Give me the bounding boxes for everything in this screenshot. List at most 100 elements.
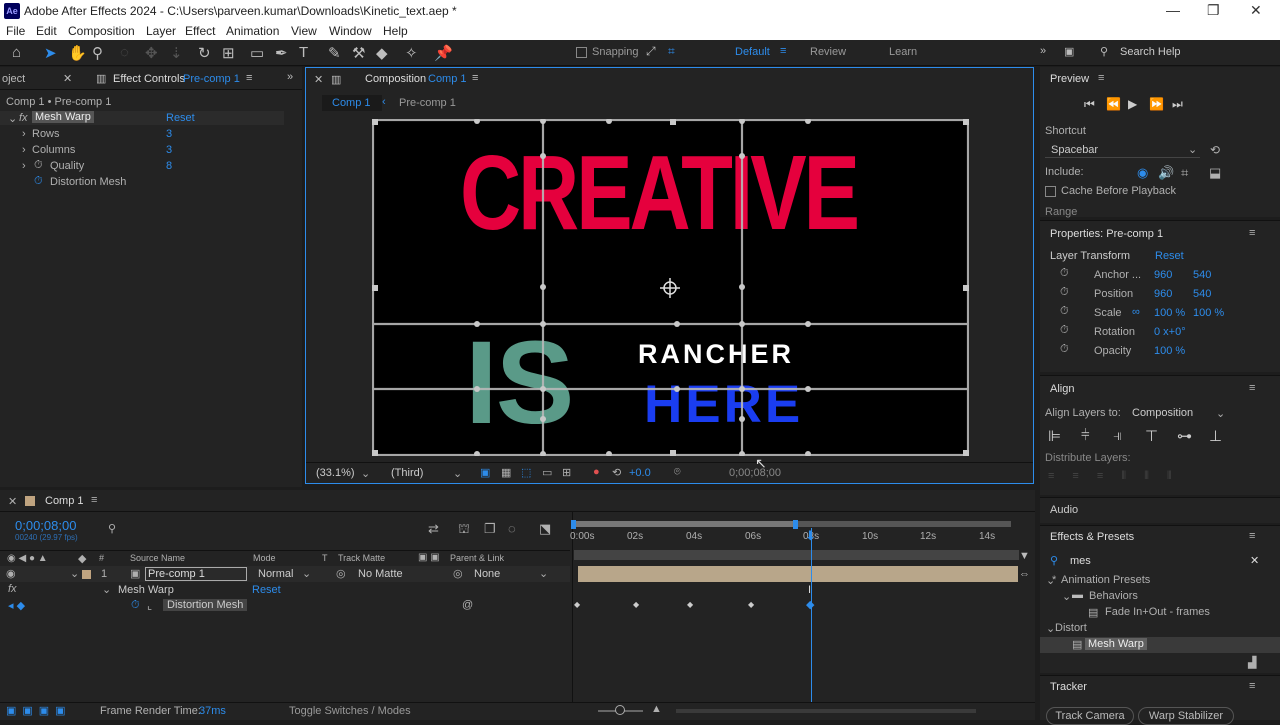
work-area-end[interactable]	[793, 520, 798, 529]
project-tab[interactable]: oject	[2, 73, 25, 85]
expand-panel-icon[interactable]: »	[287, 71, 293, 83]
stopwatch-active-icon[interactable]: ⏱	[34, 175, 43, 188]
brush-tool-icon[interactable]: ✎	[328, 44, 341, 62]
align-to-dropdown-icon[interactable]: ⌄	[1216, 407, 1225, 420]
workspace-learn[interactable]: Learn	[889, 46, 917, 58]
opacity-value[interactable]: 100 %	[1154, 345, 1185, 357]
rotate-tool-icon[interactable]: ↻	[198, 44, 211, 62]
position-stopwatch-icon[interactable]: ⏱	[1060, 286, 1069, 299]
menu-animation[interactable]: Animation	[226, 24, 279, 38]
timeline-close-icon[interactable]: ✕	[8, 495, 17, 508]
prop-stopwatch-icon[interactable]: ⏱	[131, 599, 140, 612]
include-overlays-icon[interactable]: ⌗	[1181, 165, 1188, 181]
tree-fade-preset[interactable]: Fade In+Out - frames	[1105, 606, 1210, 618]
stopwatch-icon[interactable]: ⏱	[34, 159, 43, 172]
include-audio-icon[interactable]: 🔊	[1158, 165, 1174, 181]
keyframe-2[interactable]: ◆	[633, 600, 639, 609]
mask-visibility-icon[interactable]: ⬚	[521, 466, 531, 479]
layer-expand-icon[interactable]: ⌄	[70, 567, 79, 580]
scale-x[interactable]: 100 %	[1154, 307, 1185, 319]
matte-pickwhip-icon[interactable]: ◎	[336, 567, 346, 580]
snapshot-icon[interactable]: ⌾	[674, 466, 681, 479]
cache-checkbox[interactable]	[1045, 186, 1056, 197]
new-bin-icon[interactable]: ▟	[1248, 656, 1256, 669]
timeline-scrollbar[interactable]	[676, 709, 976, 713]
hand-tool-icon[interactable]: ✋	[68, 44, 87, 62]
align-menu-icon[interactable]: ≡	[1249, 382, 1255, 394]
track-camera-button[interactable]: Track Camera	[1046, 707, 1134, 725]
tree-mesh-warp[interactable]: Mesh Warp	[1085, 638, 1147, 650]
pen-tool-icon[interactable]: ✒	[275, 44, 288, 62]
resolution-dropdown-icon[interactable]: ⌄	[453, 467, 462, 480]
zoom-tool-icon[interactable]: ⚲	[92, 44, 103, 62]
include-layers-icon[interactable]: ⬓	[1209, 165, 1221, 181]
comp-panel-menu-icon[interactable]: ≡	[472, 72, 478, 84]
roto-brush-icon[interactable]: ✧	[405, 44, 418, 62]
effects-menu-icon[interactable]: ≡	[1249, 530, 1255, 542]
menu-effect[interactable]: Effect	[185, 24, 215, 38]
search-help[interactable]: Search Help	[1120, 46, 1181, 58]
fast-preview-icon[interactable]: ▣	[480, 466, 490, 479]
layer-parent[interactable]: None	[474, 568, 500, 580]
effect-reset[interactable]: Reset	[166, 112, 195, 124]
rotation-stopwatch-icon[interactable]: ⏱	[1060, 324, 1069, 337]
rectangle-tool-icon[interactable]: ▭	[250, 44, 264, 62]
timeline-menu-icon[interactable]: ≡	[91, 494, 97, 506]
workspace-review[interactable]: Review	[810, 46, 846, 58]
tree-distort[interactable]: Distort	[1055, 622, 1087, 634]
tree-expand-behaviors-icon[interactable]: ⌄	[1062, 590, 1071, 603]
menu-view[interactable]: View	[291, 24, 317, 38]
footer-toggle-icons[interactable]: ▣▣▣▣	[6, 704, 72, 717]
effect-row-reset[interactable]: Reset	[252, 584, 281, 596]
zoom-dropdown-icon[interactable]: ⌄	[361, 467, 370, 480]
clone-stamp-icon[interactable]: ⚒	[352, 44, 365, 62]
panel-toggle-icon[interactable]: ▣	[1064, 45, 1074, 58]
next-frame-icon[interactable]: ⏩	[1149, 97, 1164, 111]
opacity-stopwatch-icon[interactable]: ⏱	[1060, 343, 1069, 356]
preview-menu-icon[interactable]: ≡	[1098, 72, 1104, 84]
quality-value[interactable]: 8	[166, 160, 172, 172]
minimize-button[interactable]: —	[1166, 2, 1180, 18]
menu-layer[interactable]: Layer	[146, 24, 176, 38]
timeline-tab[interactable]: Comp 1	[45, 495, 84, 507]
zoom-in-mountain-icon[interactable]: ▲	[651, 703, 662, 715]
transform-reset[interactable]: Reset	[1155, 250, 1184, 262]
first-frame-icon[interactable]: ⏮	[1084, 97, 1095, 112]
close-comp-tab-icon[interactable]: ✕	[314, 73, 323, 86]
expand-quality-icon[interactable]: ›	[22, 160, 26, 172]
scale-y[interactable]: 100 %	[1193, 307, 1224, 319]
workspace-default[interactable]: Default	[735, 46, 770, 58]
zoom-value[interactable]: (33.1%)	[316, 467, 355, 479]
crumb-comp1[interactable]: Comp 1	[332, 97, 371, 109]
exposure-reset-icon[interactable]: ⟲	[612, 466, 621, 479]
layer-end-icon[interactable]: ⇔	[1019, 568, 1030, 580]
timeline-timecode[interactable]: 0;00;08;00	[15, 518, 76, 533]
resolution-value[interactable]: (Third)	[391, 467, 423, 479]
anchor-y[interactable]: 540	[1193, 269, 1211, 281]
include-video-icon[interactable]: ◉	[1137, 165, 1148, 181]
fx-icon[interactable]: fx	[19, 112, 28, 124]
layer-mode[interactable]: Normal	[258, 568, 293, 580]
scale-link-icon[interactable]: ∞	[1132, 306, 1140, 318]
timeline-search-icon[interactable]: ⚲	[108, 522, 116, 535]
keyframe-3[interactable]: ◆	[687, 600, 693, 609]
snap-features-icon[interactable]: ⌗	[668, 44, 675, 59]
close-button[interactable]: ✕	[1250, 2, 1262, 19]
align-bottom-icon[interactable]: ⊥	[1209, 427, 1222, 445]
align-right-icon[interactable]: ⫣	[1113, 427, 1122, 444]
transparency-grid-icon[interactable]: ▦	[501, 466, 511, 479]
mode-dropdown-icon[interactable]: ⌄	[302, 567, 311, 580]
parent-pickwhip-icon[interactable]: ◎	[453, 567, 463, 580]
graph-editor-icon[interactable]: ◌	[508, 521, 516, 536]
scale-stopwatch-icon[interactable]: ⏱	[1060, 305, 1069, 318]
prop-row-name[interactable]: Distortion Mesh	[163, 599, 248, 611]
composition-tab[interactable]: Composition	[365, 73, 426, 85]
panel-menu-icon[interactable]: ≡	[246, 72, 252, 84]
menu-help[interactable]: Help	[383, 24, 408, 38]
motion-blur-icon[interactable]: ❐	[484, 521, 496, 537]
distribute-icons[interactable]: ≡≡≡⦀⦀⦀	[1048, 470, 1190, 483]
shy-layers-icon[interactable]: ⇄	[428, 521, 439, 537]
tracker-menu-icon[interactable]: ≡	[1249, 680, 1255, 692]
puppet-pin-icon[interactable]: 📌	[434, 44, 453, 62]
more-workspaces-icon[interactable]: »	[1040, 45, 1046, 57]
